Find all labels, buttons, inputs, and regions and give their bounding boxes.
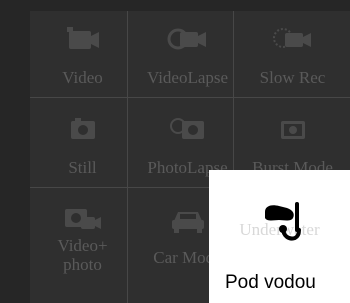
mode-still-label: Still xyxy=(68,158,97,177)
mode-video-label: Video xyxy=(62,68,103,87)
grid-divider xyxy=(30,97,350,98)
photolapse-icon xyxy=(135,115,240,145)
mode-video-photo[interactable]: Video+ photo xyxy=(30,191,135,281)
video-photo-icon xyxy=(30,205,135,235)
selected-mode-underwater[interactable]: Underwater Pod vodou xyxy=(209,170,350,303)
mode-videolapse[interactable]: VideoLapse xyxy=(135,11,240,101)
video-camera-icon xyxy=(30,25,135,55)
diving-mask-snorkel-icon xyxy=(261,198,305,246)
mode-videolapse-label: VideoLapse xyxy=(146,68,229,87)
grid-divider xyxy=(127,11,128,303)
mode-slowrec-label: Slow Rec xyxy=(259,68,326,87)
mode-video[interactable]: Video xyxy=(30,11,135,101)
mode-still[interactable]: Still xyxy=(30,101,135,191)
selected-mode-label: Pod vodou xyxy=(225,272,316,293)
videolapse-icon xyxy=(135,25,240,55)
slow-rec-icon xyxy=(240,25,345,55)
mode-video-photo-label-line2: photo xyxy=(63,255,102,274)
still-camera-icon xyxy=(30,115,135,145)
mode-video-photo-label-line1: Video+ xyxy=(57,236,108,255)
burst-mode-icon xyxy=(240,115,345,145)
mode-slowrec[interactable]: Slow Rec xyxy=(240,11,345,101)
